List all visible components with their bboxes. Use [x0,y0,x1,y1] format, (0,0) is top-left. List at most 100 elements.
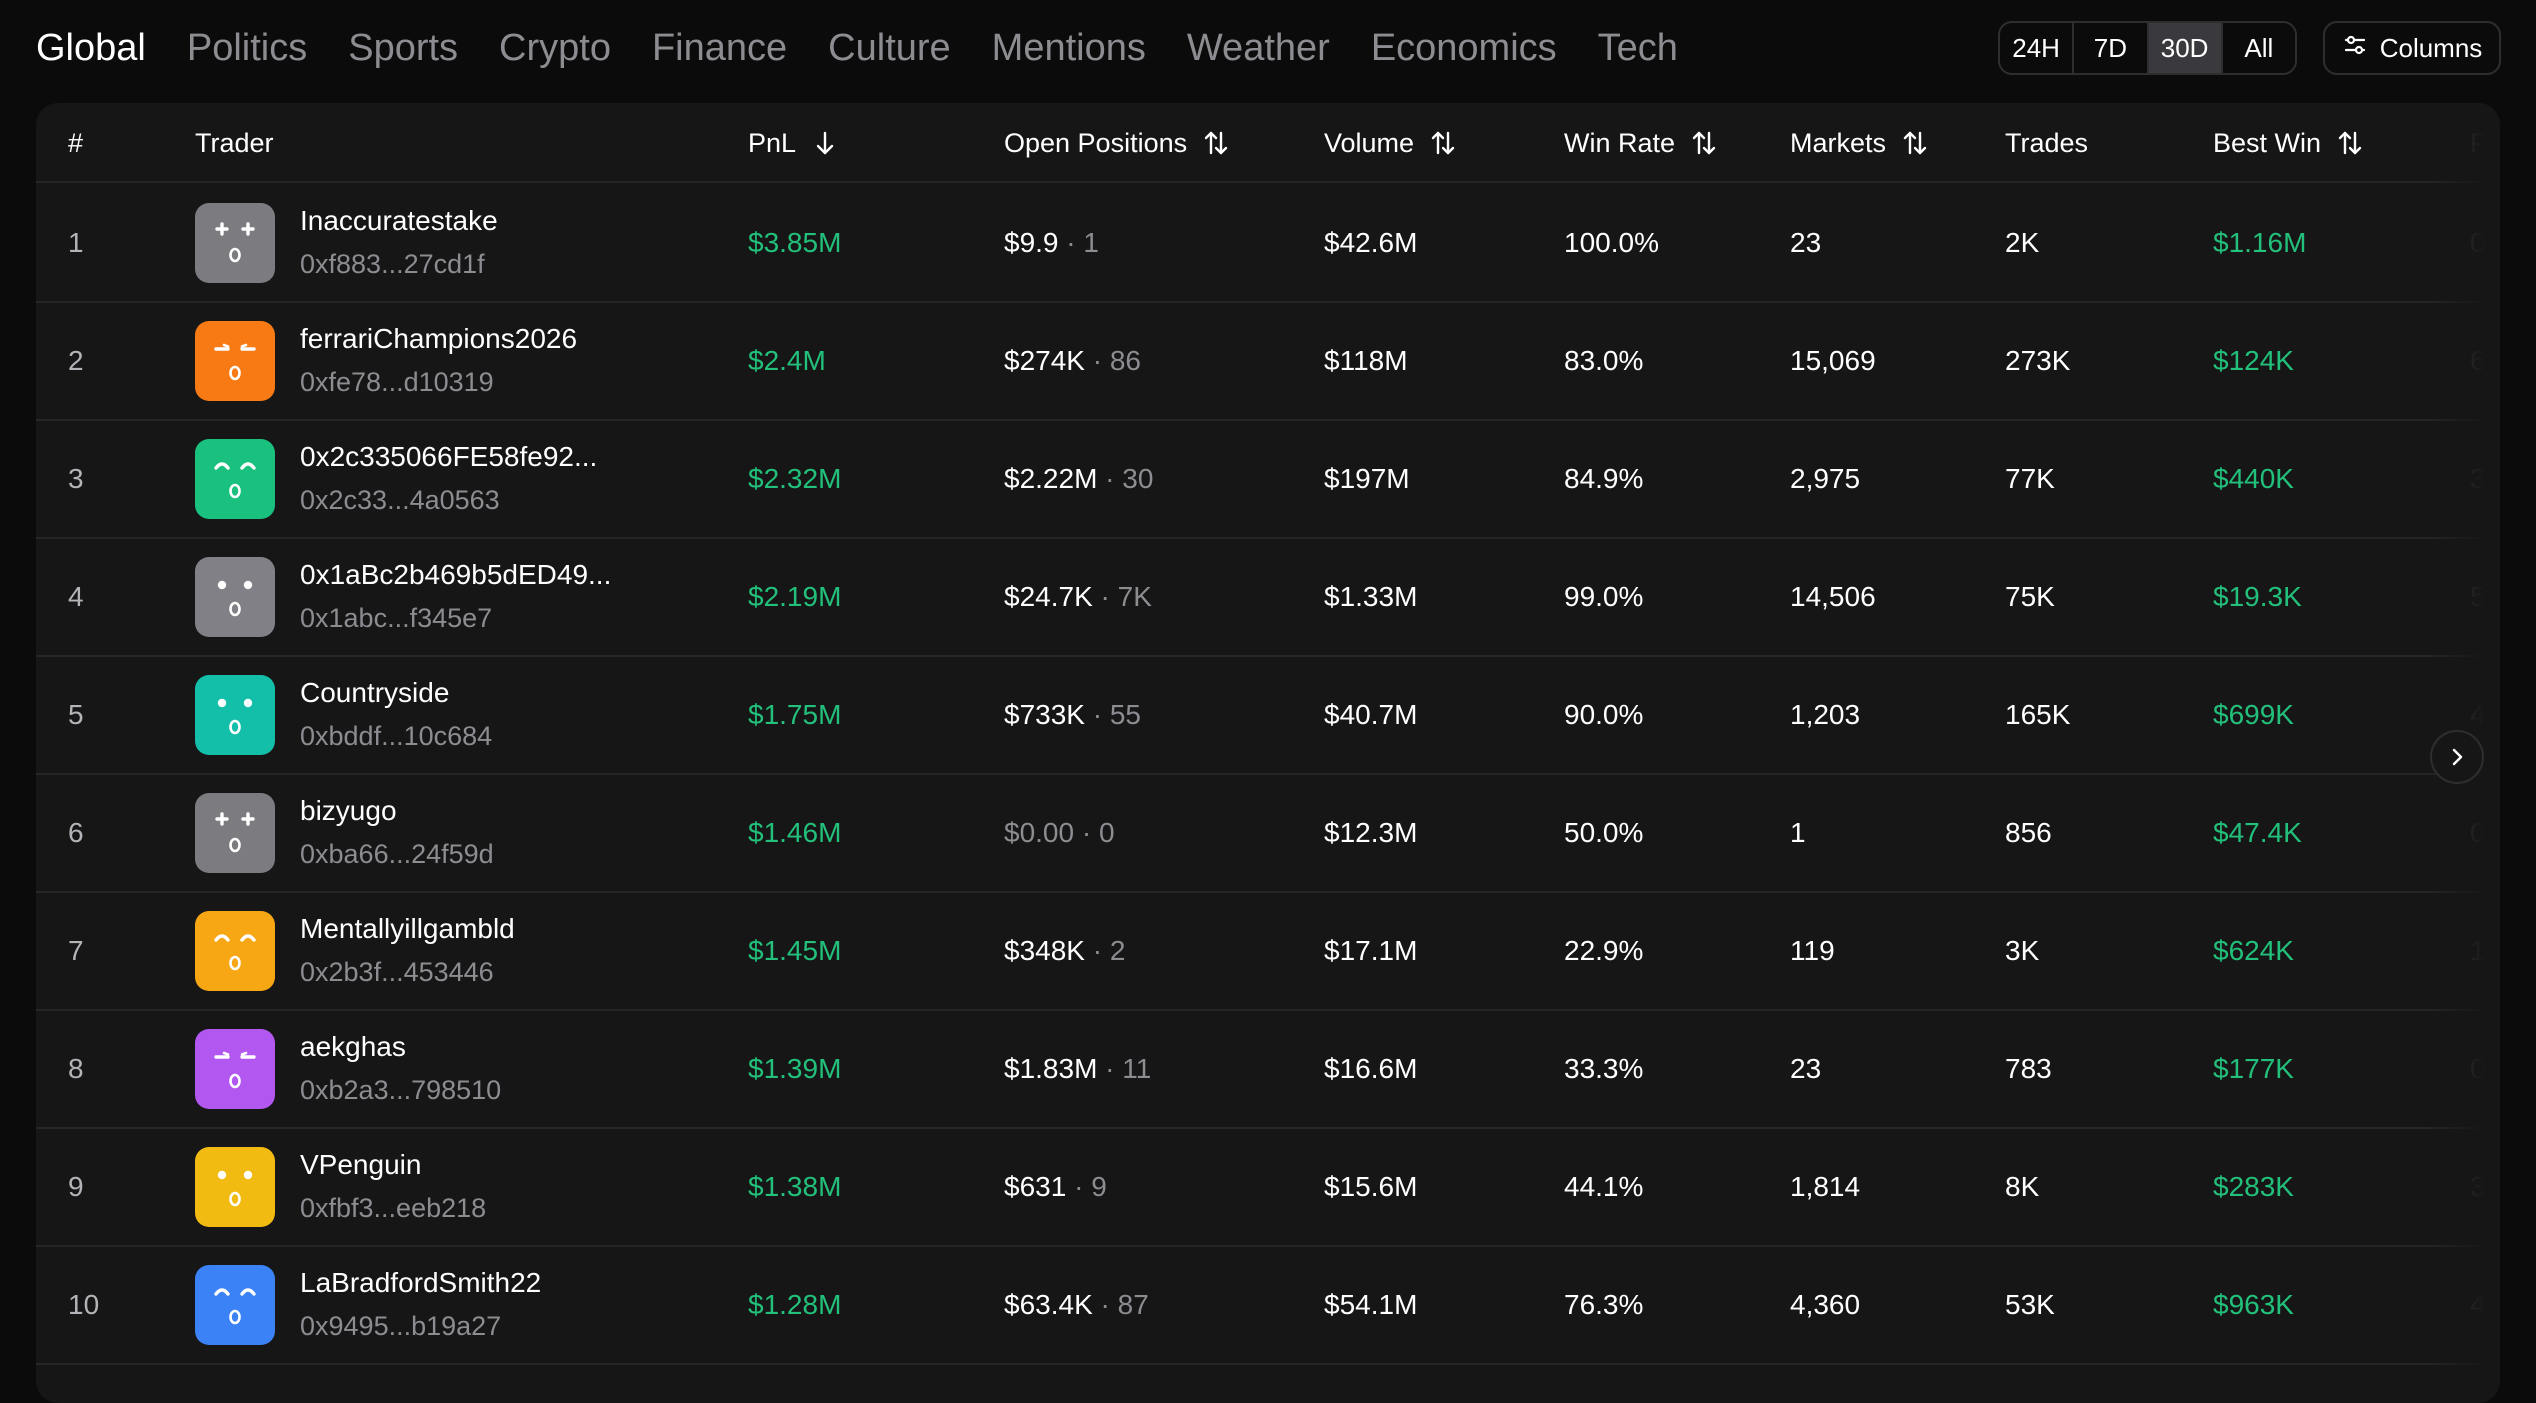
open-positions-count: 86 [1109,345,1142,376]
trader-name[interactable]: aekghas [300,1031,406,1063]
partial-cell: 0.0 [2470,817,2500,848]
open-positions-cell: $348K · 2 [1004,893,1125,1009]
pnl-cell: $1.39M [748,1053,842,1084]
open-positions-count: 2 [1109,935,1126,966]
tab-weather[interactable]: Weather [1187,22,1330,74]
tab-mentions[interactable]: Mentions [992,22,1146,74]
trader-name[interactable]: bizyugo [300,795,397,827]
tab-economics[interactable]: Economics [1371,22,1557,74]
tab-global[interactable]: Global [36,22,146,74]
best-win-cell: $19.3K [2213,581,2302,612]
table-row[interactable]: 8 aekghas 0xb2a3...798510 $1.39M $1.83M · 11… [36,1011,2500,1129]
best-win-cell: $699K [2213,699,2294,730]
rank-cell: 6 [68,817,84,848]
sliders-icon [2342,32,2368,65]
open-positions-value: $24.7K [1004,581,1093,612]
trader-name[interactable]: Mentallyillgambld [300,913,515,945]
markets-cell: 23 [1790,227,1822,258]
separator-dot: · [1097,463,1123,494]
table-row[interactable]: 3 0x2c335066FE58fe92... 0x2c33...4a0563 $2.… [36,421,2500,539]
trader-address: 0xf883...27cd1f [300,249,485,279]
scroll-right-button[interactable] [2430,730,2484,784]
header-volume[interactable]: Volume [1324,103,1458,183]
volume-cell: $1.33M [1324,581,1418,612]
tab-politics[interactable]: Politics [187,22,307,74]
open-positions-value: $631 [1004,1171,1067,1202]
open-positions-value: $0.00 [1004,817,1075,848]
pnl-cell: $2.4M [748,345,826,376]
sort-icon [1903,131,1927,155]
table-row[interactable]: 5 Countryside 0xbddf...10c684 $1.75M $733K ·… [36,657,2500,775]
open-positions-cell: $0.00 · 0 [1004,775,1115,891]
tab-tech[interactable]: Tech [1598,22,1678,74]
avatar[interactable] [195,557,275,637]
table-row[interactable]: 9 VPenguin 0xfbf3...eeb218 $1.38M $631 · 9 $1… [36,1129,2500,1247]
open-positions-value: $1.83M [1004,1053,1098,1084]
table-row[interactable]: 6 bizyugo 0xba66...24f59d $1.46M $0.00 · 0 $1… [36,775,2500,893]
markets-cell: 23 [1790,1053,1822,1084]
tab-culture[interactable]: Culture [828,22,951,74]
range-option-7d[interactable]: 7D [2074,23,2149,73]
partial-cell: 3.4 [2470,1171,2500,1202]
rank-cell: 4 [68,581,84,612]
pnl-cell: $1.75M [748,699,842,730]
table-row[interactable]: 4 0x1aBc2b469b5dED49... 0x1abc...f345e7 $2.… [36,539,2500,657]
table-row[interactable]: 1 Inaccuratestake 0xf883...27cd1f $3.85M $9.… [36,185,2500,303]
trader-name[interactable]: ferrariChampions2026 [300,323,577,355]
leaderboard-table: # Trader PnL Open Positions Volume Win R… [36,103,2500,1403]
table-row[interactable]: 7 Mentallyillgambld 0x2b3f...453446 $1.45M $… [36,893,2500,1011]
avatar[interactable] [195,439,275,519]
trader-name[interactable]: 0x1aBc2b469b5dED49... [300,559,611,591]
separator-dot: · [1084,935,1110,966]
table-row[interactable]: 2 ferrariChampions2026 0xfe78...d10319 $2.4… [36,303,2500,421]
tab-finance[interactable]: Finance [652,22,787,74]
range-option-30d[interactable]: 30D [2148,23,2223,73]
partial-cell: 4.0 [2470,1289,2500,1320]
separator-dot: · [1058,227,1084,258]
header-rank: # [68,127,84,158]
separator-dot: · [1097,1053,1123,1084]
table-row[interactable]: 10 LaBradfordSmith22 0x9495...b19a27 $1.28M… [36,1247,2500,1365]
separator-dot: · [1074,817,1099,848]
open-positions-count: 87 [1117,1289,1149,1320]
avatar[interactable] [195,675,275,755]
range-option-all[interactable]: All [2223,23,2295,73]
trader-name[interactable]: Countryside [300,677,449,709]
avatar[interactable] [195,203,275,283]
markets-cell: 14,506 [1790,581,1876,612]
avatar[interactable] [195,793,275,873]
header-partial: Pr [2470,127,2497,158]
trader-address: 0xfbf3...eeb218 [300,1193,487,1223]
best-win-cell: $47.4K [2213,817,2302,848]
header-pnl[interactable]: PnL [748,103,840,183]
sort-icon [1204,131,1228,155]
header-best-win[interactable]: Best Win [2213,103,2365,183]
header-trader: Trader [195,127,274,158]
win-rate-cell: 90.0% [1564,699,1644,730]
partial-cell: 0.0 [2470,1053,2500,1084]
avatar[interactable] [195,1265,275,1345]
tab-sports[interactable]: Sports [348,22,458,74]
trader-name[interactable]: Inaccuratestake [300,205,498,237]
partial-cell: 0.0 [2470,227,2500,258]
trader-address: 0xb2a3...798510 [300,1075,502,1105]
avatar[interactable] [195,1147,275,1227]
tab-crypto[interactable]: Crypto [499,22,611,74]
win-rate-cell: 100.0% [1564,227,1659,258]
trades-cell: 75K [2005,581,2055,612]
avatar[interactable] [195,1029,275,1109]
volume-cell: $118M [1324,345,1408,376]
header-markets[interactable]: Markets [1790,103,1930,183]
header-open-positions[interactable]: Open Positions [1004,103,1231,183]
open-positions-count: 30 [1122,463,1154,494]
avatar[interactable] [195,911,275,991]
range-option-24h[interactable]: 24H [2000,23,2075,73]
trader-name[interactable]: VPenguin [300,1149,421,1181]
header-win-rate[interactable]: Win Rate [1564,103,1719,183]
avatar[interactable] [195,321,275,401]
trader-name[interactable]: LaBradfordSmith22 [300,1267,541,1299]
trader-name[interactable]: 0x2c335066FE58fe92... [300,441,597,473]
rank-cell: 2 [68,345,84,376]
separator-dot: · [1066,1171,1092,1202]
columns-button[interactable]: Columns [2323,21,2501,75]
